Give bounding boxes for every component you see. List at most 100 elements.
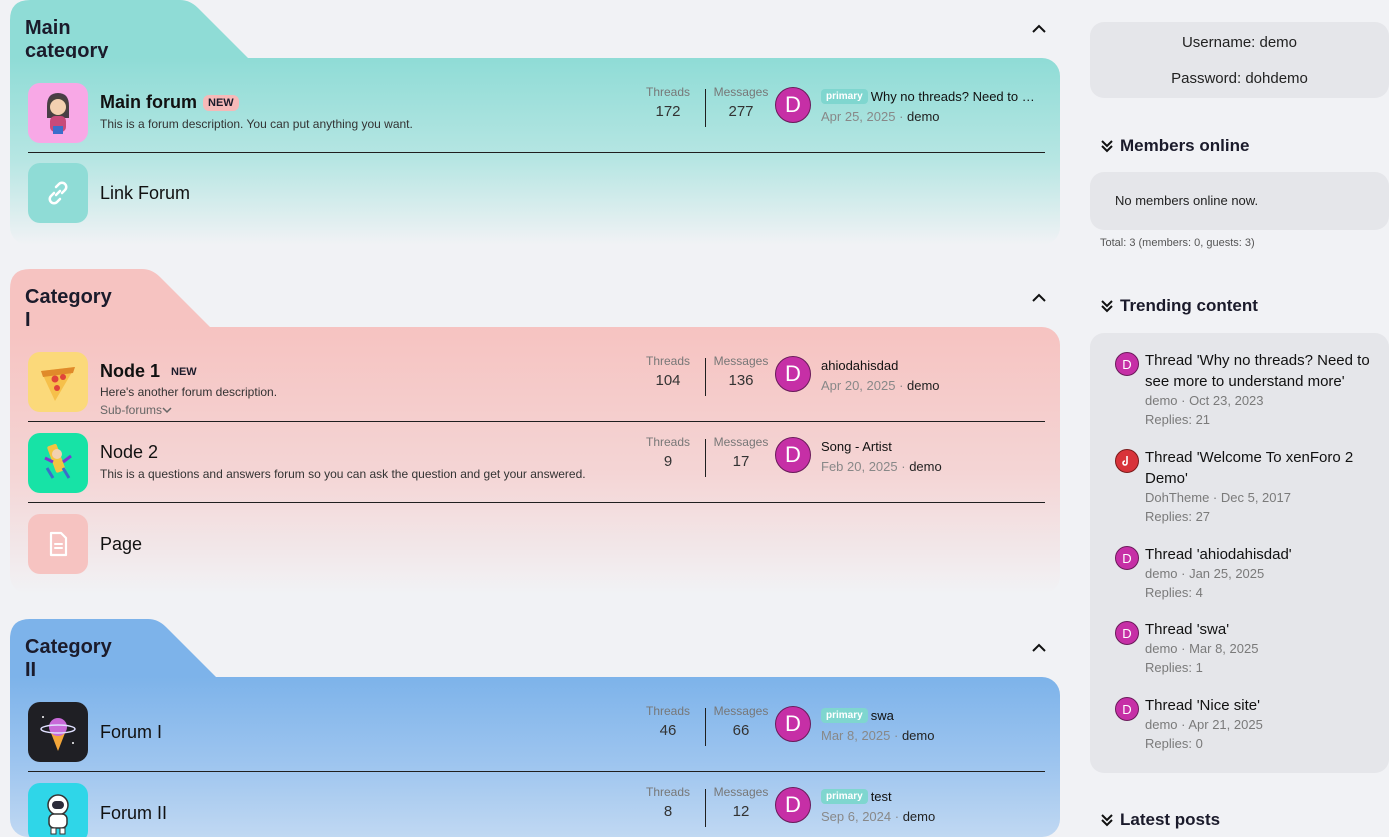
avatar[interactable]: D — [1115, 621, 1139, 645]
last-post-date[interactable]: Apr 20, 2025 — [821, 378, 895, 393]
threads-count: 9 — [663, 453, 673, 470]
threads-count: 46 — [659, 722, 677, 739]
messages-label: Messages — [713, 785, 769, 799]
last-post-user[interactable]: demo — [902, 728, 935, 743]
threads-label: Threads — [645, 435, 691, 449]
trending-meta: DohTheme · Dec 5, 2017 — [1145, 490, 1291, 505]
last-post-date[interactable]: Sep 6, 2024 — [821, 809, 891, 824]
messages-count: 12 — [732, 803, 750, 820]
avatar[interactable]: D — [775, 87, 811, 123]
messages-label: Messages — [713, 704, 769, 718]
double-chevron-down-icon — [1101, 300, 1113, 313]
node-forum-i[interactable]: Forum I Threads 46 Messages 66 D primary… — [28, 692, 1045, 772]
trending-thread-title[interactable]: Thread 'ahiodahisdad' — [1145, 544, 1375, 565]
last-post-user[interactable]: demo — [907, 378, 940, 393]
trending-item[interactable]: Thread 'Welcome To xenForo 2 Demo' DohTh… — [1115, 447, 1375, 527]
node-title[interactable]: Main forum — [100, 92, 197, 113]
chevron-up-icon[interactable] — [1028, 18, 1050, 40]
threads-count: 104 — [655, 372, 681, 389]
prefix-badge: primary — [821, 89, 868, 104]
latest-posts-header[interactable]: Latest posts — [1100, 810, 1220, 830]
last-post-title[interactable]: Why no threads? Need to s… — [871, 89, 1036, 104]
threads-label: Threads — [645, 85, 691, 99]
trending-item[interactable]: D Thread 'Why no threads? Need to see mo… — [1115, 350, 1375, 430]
pizza-icon — [28, 352, 88, 412]
threads-label: Threads — [645, 354, 691, 368]
node-title[interactable]: Forum II — [100, 803, 167, 824]
last-post-title[interactable]: Song - Artist — [821, 439, 892, 454]
trending-thread-title[interactable]: Thread 'Nice site' — [1145, 695, 1375, 716]
latest-posts-title: Latest posts — [1120, 810, 1221, 829]
avatar[interactable]: D — [775, 706, 811, 742]
threads-count: 172 — [655, 103, 681, 120]
messages-count: 17 — [732, 453, 750, 470]
node-title[interactable]: Page — [100, 534, 142, 555]
node-link-forum[interactable]: Link Forum — [28, 153, 1045, 233]
threads-count: 8 — [663, 803, 673, 820]
members-online-header[interactable]: Members online — [1100, 136, 1249, 156]
messages-count: 66 — [732, 722, 750, 739]
dohtheme-logo-icon[interactable] — [1115, 449, 1139, 473]
node-node-1[interactable]: Node 1 NEW Here's another forum descript… — [28, 342, 1045, 422]
members-online-total: Total: 3 (members: 0, guests: 3) — [1100, 237, 1255, 249]
trending-item[interactable]: D Thread 'swa' demo · Mar 8, 2025 Replie… — [1115, 619, 1375, 679]
messages-label: Messages — [713, 85, 769, 99]
node-title[interactable]: Forum I — [100, 722, 162, 743]
category-title[interactable]: Category II — [25, 636, 112, 682]
last-post-user[interactable]: demo — [907, 109, 940, 124]
trending-replies: Replies: 4 — [1145, 585, 1203, 600]
trending-meta: demo · Apr 21, 2025 — [1145, 717, 1263, 732]
node-title[interactable]: Node 2 — [100, 442, 158, 463]
node-main-forum[interactable]: Main forum NEW This is a forum descripti… — [28, 73, 1045, 153]
last-post-date[interactable]: Mar 8, 2025 — [821, 728, 890, 743]
avatar[interactable]: D — [775, 437, 811, 473]
login-info-box: Username: demo Password: dohdemo — [1090, 22, 1389, 98]
last-post-date[interactable]: Feb 20, 2025 — [821, 459, 898, 474]
chevron-up-icon[interactable] — [1028, 287, 1050, 309]
last-post-user[interactable]: demo — [909, 459, 942, 474]
node-page[interactable]: Page — [28, 504, 1045, 584]
avatar[interactable]: D — [1115, 546, 1139, 570]
last-post-title[interactable]: ahiodahisdad — [821, 358, 898, 373]
last-post-user[interactable]: demo — [903, 809, 936, 824]
threads-label: Threads — [645, 785, 691, 799]
trending-item[interactable]: D Thread 'Nice site' demo · Apr 21, 2025… — [1115, 695, 1375, 755]
messages-stat: Messages 66 — [706, 704, 776, 739]
double-chevron-down-icon — [1101, 814, 1113, 827]
node-title[interactable]: Node 1 — [100, 361, 160, 382]
category-body: Forum I Threads 46 Messages 66 D primary… — [10, 677, 1060, 837]
members-online-empty: No members online now. — [1115, 193, 1259, 208]
astronaut-icon — [28, 783, 88, 837]
new-badge: NEW — [171, 365, 197, 378]
category-main: Main category Main forum NEW This is a f… — [10, 0, 1060, 245]
category-body: Main forum NEW This is a forum descripti… — [10, 58, 1060, 245]
category-title[interactable]: Main category — [25, 17, 108, 63]
document-icon — [28, 514, 88, 574]
category-title[interactable]: Category I — [25, 286, 112, 332]
trending-thread-title[interactable]: Thread 'Why no threads? Need to see more… — [1145, 350, 1375, 392]
trending-item[interactable]: D Thread 'ahiodahisdad' demo · Jan 25, 2… — [1115, 544, 1375, 604]
trending-meta: demo · Oct 23, 2023 — [1145, 393, 1264, 408]
avatar[interactable]: D — [775, 787, 811, 823]
last-post-date[interactable]: Apr 25, 2025 — [821, 109, 895, 124]
node-description: Here's another forum description. — [100, 385, 278, 399]
subforums-toggle[interactable]: Sub-forums — [100, 403, 172, 417]
chevron-up-icon[interactable] — [1028, 637, 1050, 659]
threads-label: Threads — [645, 704, 691, 718]
avatar[interactable]: D — [1115, 697, 1139, 721]
trending-header[interactable]: Trending content — [1100, 296, 1258, 316]
trending-meta: demo · Jan 25, 2025 — [1145, 566, 1265, 581]
category-i: Category I Node 1 NEW Here's another for… — [10, 269, 1060, 594]
threads-stat: Threads 8 — [633, 785, 703, 820]
trending-thread-title[interactable]: Thread 'swa' — [1145, 619, 1375, 640]
node-forum-ii[interactable]: Forum II Threads 8 Messages 12 D primary… — [28, 773, 1045, 837]
node-node-2[interactable]: Node 2 This is a questions and answers f… — [28, 423, 1045, 503]
trending-thread-title[interactable]: Thread 'Welcome To xenForo 2 Demo' — [1145, 447, 1375, 489]
avatar[interactable]: D — [775, 356, 811, 392]
node-title[interactable]: Link Forum — [100, 183, 190, 204]
avatar[interactable]: D — [1115, 352, 1139, 376]
last-post-title[interactable]: swa — [871, 708, 894, 723]
node-description: This is a questions and answers forum so… — [100, 467, 586, 481]
messages-stat: Messages 12 — [706, 785, 776, 820]
last-post-title[interactable]: test — [871, 789, 892, 804]
